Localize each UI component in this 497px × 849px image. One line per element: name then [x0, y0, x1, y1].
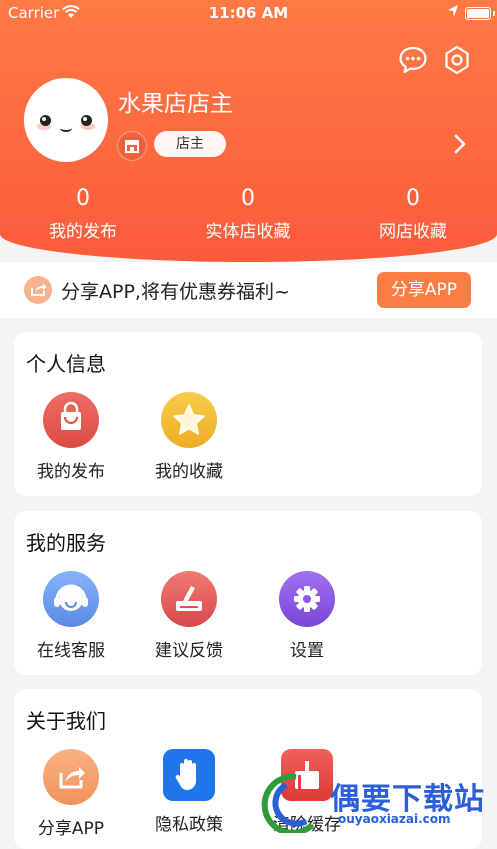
stat-online-favorites[interactable]: 0 网店收藏 — [333, 184, 493, 242]
share-promo-text: 分享APP,将有优惠券福利~ — [61, 281, 290, 303]
menu-item-label: 隐私政策 — [155, 815, 223, 835]
stat-label: 我的发布 — [49, 222, 117, 242]
stat-value: 0 — [406, 186, 420, 211]
stat-value: 0 — [241, 186, 255, 211]
menu-item-label: 建议反馈 — [155, 641, 223, 661]
headset-icon — [43, 571, 99, 627]
feedback-icon — [161, 571, 217, 627]
settings-icon[interactable] — [441, 44, 473, 76]
share-icon — [43, 749, 99, 805]
section-title: 关于我们 — [26, 709, 106, 733]
menu-item-label: 设置 — [290, 641, 324, 661]
status-bar: Carrier 11:06 AM — [0, 0, 497, 26]
section-title: 我的服务 — [26, 531, 106, 555]
watermark-url: ouyaoxiazai.com — [338, 812, 451, 826]
stat-my-posts[interactable]: 0 我的发布 — [3, 184, 163, 242]
stat-value: 0 — [76, 186, 90, 211]
menu-item-label: 我的收藏 — [155, 462, 223, 482]
menu-item-online-support[interactable]: 在线客服 — [16, 571, 126, 661]
store-icon — [117, 131, 147, 161]
menu-item-feedback[interactable]: 建议反馈 — [134, 571, 244, 661]
menu-item-label: 分享APP — [37, 819, 105, 839]
services-card: 我的服务 在线客服 建议反馈 设置 — [14, 511, 482, 675]
star-icon — [161, 392, 217, 448]
message-icon[interactable] — [397, 44, 429, 76]
menu-item-my-favorites[interactable]: 我的收藏 — [134, 392, 244, 482]
battery-icon — [465, 7, 491, 20]
menu-item-share-app[interactable]: 分享APP — [16, 749, 126, 839]
shop-name: 水果店店主 — [118, 91, 233, 117]
avatar-eye — [40, 115, 51, 126]
share-icon — [24, 276, 52, 304]
menu-item-label: 在线客服 — [37, 641, 105, 661]
gear-icon — [279, 571, 335, 627]
menu-item-label: 我的发布 — [37, 462, 105, 482]
hand-icon — [163, 749, 215, 801]
stat-label: 网店收藏 — [379, 222, 447, 242]
avatar-eye — [81, 115, 92, 126]
section-title: 个人信息 — [26, 352, 106, 376]
location-arrow-icon — [448, 5, 458, 17]
menu-item-my-posts[interactable]: 我的发布 — [16, 392, 126, 482]
personal-info-card: 个人信息 我的发布 我的收藏 — [14, 332, 482, 496]
role-badge: 店主 — [154, 131, 226, 157]
stat-store-favorites[interactable]: 0 实体店收藏 — [168, 184, 328, 242]
avatar[interactable] — [24, 78, 108, 162]
bag-icon — [43, 392, 99, 448]
share-app-button[interactable]: 分享APP — [377, 272, 471, 308]
avatar-mouth — [60, 124, 72, 132]
clock: 11:06 AM — [208, 4, 289, 22]
chevron-right-icon[interactable] — [450, 132, 470, 156]
share-banner: 分享APP,将有优惠券福利~ 分享APP — [0, 262, 497, 318]
menu-item-privacy[interactable]: 隐私政策 — [134, 749, 244, 835]
stat-label: 实体店收藏 — [205, 222, 291, 242]
menu-item-settings[interactable]: 设置 — [252, 571, 362, 661]
